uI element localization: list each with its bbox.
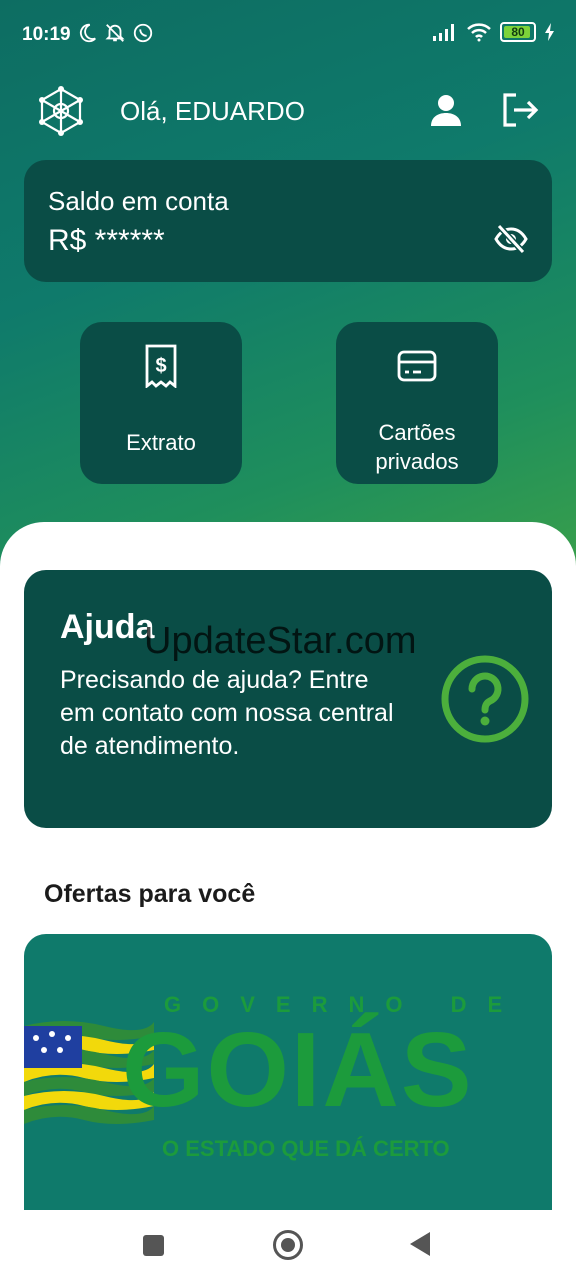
user-icon[interactable]: [428, 92, 464, 128]
help-title: Ajuda: [60, 608, 155, 646]
banner-main-text: GOIÁS: [122, 1011, 474, 1129]
bell-off-icon: [105, 24, 125, 42]
cartoes-label: Cartões privados: [375, 420, 459, 474]
whatsapp-icon: [133, 23, 153, 43]
offers-title: Ofertas para você: [44, 880, 256, 908]
help-text: Precisando de ajuda? Entre em contato co…: [60, 666, 394, 760]
moon-icon: [79, 23, 96, 43]
help-card[interactable]: Ajuda Precisando de ajuda? Entre em cont…: [24, 570, 552, 828]
home-button[interactable]: [273, 1230, 303, 1260]
status-icons-left: [76, 22, 154, 44]
balance-value: R$ ******: [48, 224, 165, 257]
extrato-button[interactable]: $ Extrato: [80, 322, 242, 484]
system-nav-bar: [0, 1210, 576, 1280]
svg-text:$: $: [155, 355, 166, 377]
app-header: Olá, EDUARDO: [0, 80, 576, 144]
battery-icon: 80: [500, 22, 536, 42]
balance-title: Saldo em conta: [48, 186, 229, 216]
recent-apps-button[interactable]: [143, 1235, 164, 1256]
network-logo-icon: [39, 86, 83, 136]
banner-sub-text: O ESTADO QUE DÁ CERTO: [162, 1136, 450, 1161]
battery-level: 80: [511, 25, 525, 39]
status-bar: 10:19 80: [0, 0, 576, 70]
back-button[interactable]: [410, 1232, 430, 1256]
balance-card: Saldo em conta R$ ******: [24, 160, 552, 282]
eye-off-icon[interactable]: [494, 222, 528, 256]
charging-icon: [545, 23, 554, 41]
offer-banner[interactable]: GOVERNO DE GOIÁS O ESTADO QUE DÁ CERTO: [24, 934, 552, 1224]
signal-icon: [433, 24, 454, 41]
status-icons-right: 80: [432, 22, 556, 42]
status-time: 10:19: [22, 24, 71, 45]
logout-icon[interactable]: [500, 92, 540, 128]
question-circle-icon: [441, 655, 529, 743]
extrato-label: Extrato: [126, 430, 196, 455]
goias-logo: GOVERNO DE GOIÁS O ESTADO QUE DÁ CERTO: [24, 974, 552, 1194]
greeting-text: Olá, EDUARDO: [120, 96, 305, 126]
cartoes-privados-button[interactable]: Cartões privados: [336, 322, 498, 484]
credit-card-icon: [397, 350, 437, 382]
wifi-icon: [467, 23, 491, 42]
receipt-icon: $: [145, 344, 177, 388]
watermark-text: UpdateStar.com: [144, 620, 417, 662]
